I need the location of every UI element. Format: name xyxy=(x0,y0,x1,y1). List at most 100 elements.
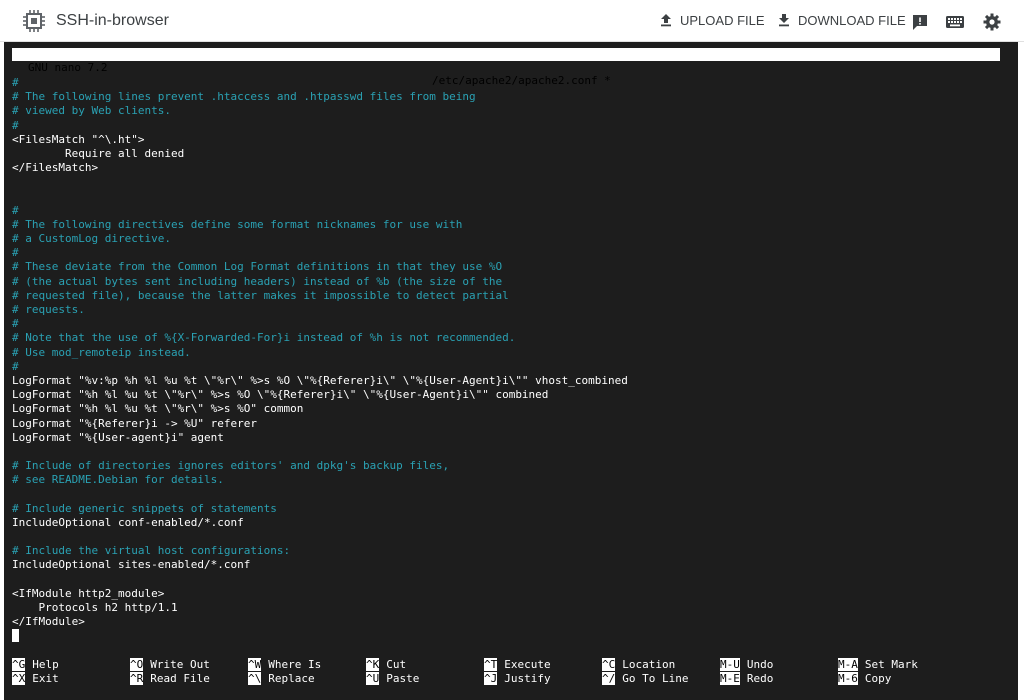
shortcut-item: ^T Execute xyxy=(484,658,551,672)
upload-file-button[interactable]: UPLOAD FILE xyxy=(658,12,765,28)
editor-buffer[interactable]: # # The following lines prevent .htaccess… xyxy=(12,76,628,644)
editor-line: </FilesMatch> xyxy=(12,161,99,175)
editor-line: LogFormat "%v:%p %h %l %u %t \"%r\" %>s … xyxy=(12,373,628,387)
shortcut-key: ^W xyxy=(248,658,262,671)
download-file-button[interactable]: DOWNLOAD FILE xyxy=(776,12,906,28)
shortcut-key: ^R xyxy=(130,672,144,686)
editor-line: # Use mod_remoteip instead. xyxy=(12,345,191,359)
editor-line: IncludeOptional sites-enabled/*.conf xyxy=(12,558,251,572)
shortcut-label: Undo xyxy=(746,658,774,671)
download-icon xyxy=(779,14,789,27)
editor-line: # Include generic snippets of statements xyxy=(12,501,277,515)
shortcut-item: ^W Where Is xyxy=(248,658,321,672)
shortcut-key: ^/ xyxy=(602,672,616,686)
shortcut-label: Where Is xyxy=(268,658,322,671)
editor-line: LogFormat "%{Referer}i -> %U" referer xyxy=(12,416,258,430)
shortcut-key: ^O xyxy=(130,658,144,671)
shortcut-label: Set Mark xyxy=(864,658,918,671)
shortcut-key: ^T xyxy=(484,658,498,671)
editor-line: # xyxy=(12,359,19,373)
shortcut-label: Cut xyxy=(386,658,407,671)
shortcut-item: ^G Help xyxy=(12,658,59,672)
shortcut-label: Execute xyxy=(504,658,551,671)
shortcut-label: Paste xyxy=(386,672,420,686)
editor-line: # xyxy=(12,246,19,260)
shortcut-item: ^/ Go To Line xyxy=(602,672,688,686)
editor-line: </IfModule> xyxy=(12,615,85,629)
shortcut-label: Go To Line xyxy=(622,672,689,686)
shortcut-key: ^C xyxy=(602,658,616,671)
download-file-label: DOWNLOAD FILE xyxy=(798,12,906,28)
editor-line: Require all denied xyxy=(12,146,185,160)
upload-icon xyxy=(661,14,671,27)
editor-line: # (the actual bytes sent including heade… xyxy=(12,274,503,288)
shortcut-key: M-E xyxy=(720,672,740,686)
editor-line: # see README.Debian for details. xyxy=(12,473,224,487)
editor-line: # viewed by Web clients. xyxy=(12,104,171,118)
editor-line: Protocols h2 http/1.1 xyxy=(12,600,178,614)
shortcut-key: ^U xyxy=(366,672,380,686)
shortcut-item: M-6 Copy xyxy=(838,672,891,686)
editor-line: # xyxy=(12,203,19,217)
text-cursor xyxy=(12,629,19,643)
shortcut-label: Read File xyxy=(150,672,210,686)
shortcut-key: M-A xyxy=(838,658,858,671)
shortcut-item: M-A Set Mark xyxy=(838,658,918,672)
shortcut-item: ^U Paste xyxy=(366,672,419,686)
shortcut-item: ^O Write Out xyxy=(130,658,210,672)
top-bar: SSH-in-browser UPLOAD FILE DOWNLOAD FILE xyxy=(0,0,1024,42)
keyboard-icon[interactable] xyxy=(945,12,965,32)
shortcut-item: ^C Location xyxy=(602,658,675,672)
editor-line xyxy=(12,629,628,643)
shortcut-label: Copy xyxy=(864,672,892,686)
editor-line: # These deviate from the Common Log Form… xyxy=(12,260,503,274)
shortcut-key: ^G xyxy=(12,658,26,671)
shortcut-label: Justify xyxy=(504,672,551,686)
editor-line: IncludeOptional conf-enabled/*.conf xyxy=(12,515,244,529)
editor-line: # Note that the use of %{X-Forwarded-For… xyxy=(12,331,516,345)
editor-line: # requested file), because the latter ma… xyxy=(12,288,509,302)
shortcut-item: M-E Redo xyxy=(720,672,773,686)
shortcut-key: M-U xyxy=(720,658,740,671)
shortcut-key: ^\ xyxy=(248,672,262,686)
editor-line: # Include of directories ignores editors… xyxy=(12,459,450,473)
shortcut-label: Exit xyxy=(32,672,59,686)
editor-line: LogFormat "%{User-agent}i" agent xyxy=(12,430,224,444)
shortcut-label: Redo xyxy=(746,672,774,686)
editor-line: # requests. xyxy=(12,303,85,316)
editor-line: # xyxy=(12,118,19,132)
shortcut-key: M-6 xyxy=(838,672,858,686)
editor-line: <FilesMatch "^\.ht"> xyxy=(12,132,145,146)
shortcut-item: ^X Exit xyxy=(12,672,59,686)
editor-line: # The following directives define some f… xyxy=(12,217,463,231)
shortcut-item: M-U Undo xyxy=(720,658,773,672)
shortcut-item: ^J Justify xyxy=(484,672,551,686)
app-title: SSH-in-browser xyxy=(56,12,169,29)
editor-line: # xyxy=(12,317,19,331)
feedback-icon[interactable] xyxy=(910,12,930,32)
chip-logo-icon xyxy=(23,10,45,32)
editor-line: # The following lines prevent .htaccess … xyxy=(12,90,476,104)
nano-title-bar: GNU nano 7.2 /etc/apache2/apache2.conf * xyxy=(12,48,1000,87)
shortcut-label: Write Out xyxy=(150,658,210,671)
shortcut-item: ^K Cut xyxy=(366,658,406,672)
editor-line: # xyxy=(12,76,19,89)
editor-line: LogFormat "%h %l %u %t \"%r\" %>s %O \"%… xyxy=(12,388,549,402)
terminal[interactable]: GNU nano 7.2 /etc/apache2/apache2.conf *… xyxy=(4,42,1018,700)
editor-line: LogFormat "%h %l %u %t \"%r\" %>s %O" co… xyxy=(12,402,304,416)
upload-file-label: UPLOAD FILE xyxy=(680,12,765,28)
shortcut-key: ^J xyxy=(484,672,498,686)
shortcut-item: ^R Read File xyxy=(130,672,210,686)
shortcut-key: ^X xyxy=(12,672,26,686)
shortcut-key: ^K xyxy=(366,658,380,671)
shortcut-label: Replace xyxy=(268,672,315,686)
editor-line: # a CustomLog directive. xyxy=(12,232,171,246)
nano-version: GNU nano 7.2 xyxy=(28,61,108,74)
gear-icon[interactable] xyxy=(982,12,1002,32)
